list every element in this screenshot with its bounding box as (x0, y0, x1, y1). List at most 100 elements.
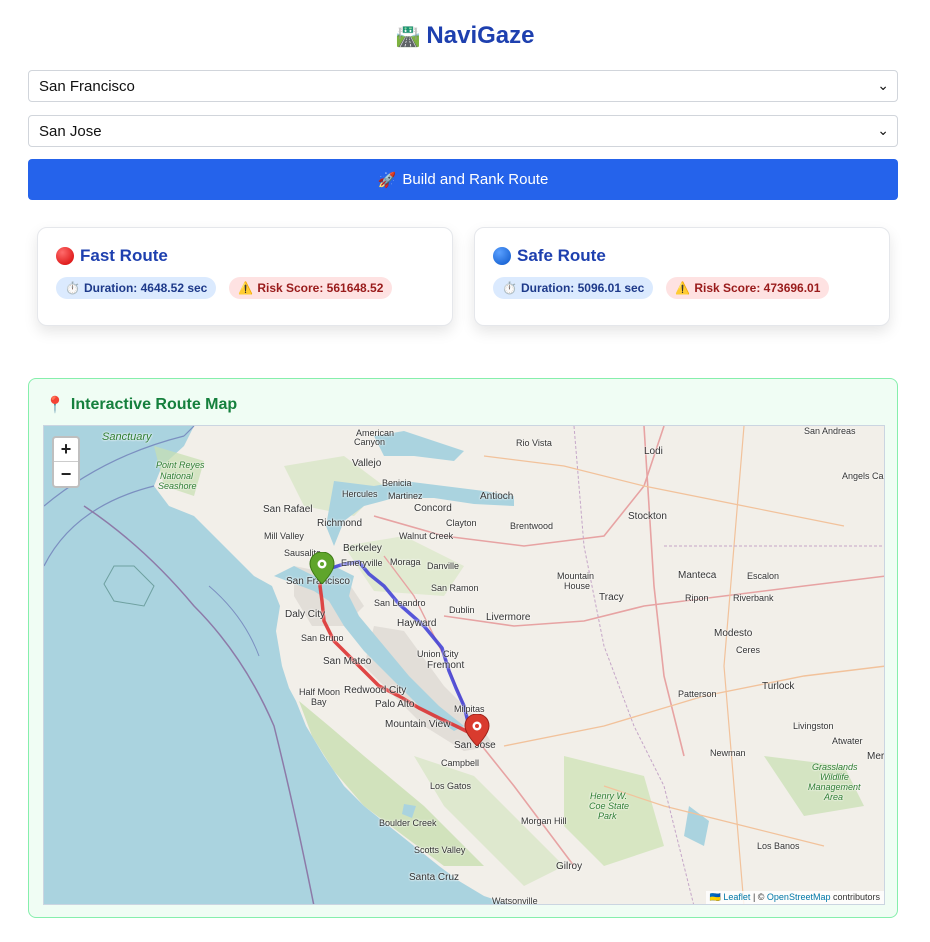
map-label: Turlock (762, 681, 795, 692)
zoom-in-button[interactable]: + (54, 438, 78, 462)
pin-icon: 📍 (45, 397, 65, 414)
map-label: Riverbank (733, 593, 774, 603)
map-label: National (160, 471, 194, 481)
map-label: Tracy (599, 592, 624, 603)
map-label: Antioch (480, 491, 514, 502)
app-title: 🛣️ NaviGaze (0, 22, 930, 50)
map-label: Concord (414, 503, 452, 514)
map-title-text: Interactive Route Map (70, 396, 238, 413)
destination-select[interactable]: San Jose ⌄ (28, 115, 898, 147)
map-label: Emeryville (341, 558, 383, 568)
chevron-down-icon: ⌄ (877, 77, 889, 93)
ukraine-flag-icon: 🇺🇦 (709, 892, 721, 902)
attribution-tail: contributors (830, 892, 880, 902)
map-label: Escalon (747, 571, 780, 581)
map-label: Modesto (714, 628, 753, 639)
map-label: Canyon (354, 437, 386, 447)
map-label: Mountain (557, 571, 595, 581)
map-label: Vallejo (352, 458, 382, 469)
origin-select-value: San Francisco (39, 78, 135, 95)
fast-route-card: Fast Route ⏱️ Duration: 4648.52 sec ⚠️ R… (37, 227, 453, 326)
map-label: Fremont (427, 660, 465, 671)
fast-route-title-text: Fast Route (80, 246, 168, 265)
destination-marker-icon[interactable] (464, 714, 490, 746)
map-label: Clayton (446, 518, 477, 528)
map-label: Lodi (644, 446, 663, 457)
risk-text: Risk Score: 473696.01 (694, 281, 821, 295)
map-label: Stockton (628, 511, 667, 522)
map-label: Manteca (678, 570, 717, 581)
map-label: San Rafael (263, 504, 313, 515)
map-label: Half Moon (299, 687, 341, 697)
map-label: Park (598, 811, 617, 821)
zoom-control: + − (52, 436, 80, 488)
build-route-button[interactable]: 🚀 Build and Rank Route (28, 159, 898, 200)
map-label: Dublin (449, 605, 475, 615)
rocket-icon: 🚀 (377, 171, 397, 189)
risk-badge: ⚠️ Risk Score: 473696.01 (666, 277, 830, 299)
map-label: Ripon (685, 593, 709, 603)
map-label: Patterson (678, 689, 717, 699)
route-overlay (318, 560, 476, 737)
map-label: San Andreas (804, 426, 856, 436)
map-label: Santa Cruz (409, 872, 460, 883)
map-label: Gilroy (556, 861, 583, 872)
map-label: Union City (417, 649, 459, 659)
road-icon: 🛣️ (395, 26, 421, 48)
map-attribution: 🇺🇦 Leaflet | © OpenStreetMap contributor… (705, 891, 884, 904)
red-circle-icon (56, 247, 74, 265)
map-label: Livingston (793, 721, 834, 731)
map-label: Mill Valley (264, 531, 304, 541)
safe-route-card: Safe Route ⏱️ Duration: 5096.01 sec ⚠️ R… (474, 227, 890, 326)
map-label: Redwood City (344, 685, 407, 696)
risk-badge: ⚠️ Risk Score: 561648.52 (229, 277, 393, 299)
map-canvas[interactable]: Sanctuary Point Reyes National Seashore … (43, 425, 885, 905)
origin-select[interactable]: San Francisco ⌄ (28, 70, 898, 102)
map-label: Newman (710, 748, 746, 758)
osm-link[interactable]: OpenStreetMap (767, 892, 831, 902)
duration-badge: ⏱️ Duration: 5096.01 sec (493, 277, 654, 299)
build-route-label: Build and Rank Route (402, 171, 549, 188)
map-label: San Bruno (301, 633, 344, 643)
map-label: Los Banos (757, 841, 800, 851)
map-label: Livermore (486, 612, 531, 623)
duration-badge: ⏱️ Duration: 4648.52 sec (56, 277, 217, 299)
map-label: Richmond (317, 518, 363, 529)
destination-select-value: San Jose (39, 123, 102, 140)
safe-route-title-text: Safe Route (517, 246, 606, 265)
map-label: Point Reyes (156, 460, 205, 470)
map-label: Mer (867, 751, 885, 762)
map-title: 📍 Interactive Route Map (45, 395, 237, 415)
map-label: Milpitas (454, 704, 485, 714)
map-label: Angels Cam (842, 471, 884, 481)
map-label: Martinez (388, 491, 423, 501)
attribution-separator: | © (750, 892, 767, 902)
map-label: Coe State (589, 801, 630, 811)
map-label: Bay (311, 697, 327, 707)
map-label: Scotts Valley (414, 845, 466, 855)
fast-route-title: Fast Route (56, 246, 434, 266)
map-label: Moraga (390, 557, 421, 567)
map-label: Grasslands (812, 762, 858, 772)
risk-text: Risk Score: 561648.52 (257, 281, 384, 295)
map-label: San Leandro (374, 598, 426, 608)
map-label: Seashore (158, 481, 197, 491)
map-label: Benicia (382, 478, 412, 488)
chevron-down-icon: ⌄ (877, 122, 889, 138)
map-label: Sanctuary (102, 431, 152, 443)
stopwatch-icon: ⏱️ (65, 281, 80, 295)
blue-circle-icon (493, 247, 511, 265)
map-label: Palo Alto (375, 699, 415, 710)
map-label: Danville (427, 561, 460, 571)
map-label: San Ramon (431, 583, 479, 593)
map-label: House (564, 581, 591, 591)
map-label: Morgan Hill (521, 816, 567, 826)
origin-marker-icon[interactable] (309, 552, 335, 584)
map-label: Mountain View (385, 719, 451, 730)
zoom-out-button[interactable]: − (54, 462, 78, 486)
warning-icon: ⚠️ (675, 281, 691, 295)
duration-text: Duration: 5096.01 sec (520, 281, 645, 295)
leaflet-link[interactable]: Leaflet (723, 892, 750, 902)
map-label: Hercules (342, 489, 378, 499)
map-label: Boulder Creek (379, 818, 437, 828)
